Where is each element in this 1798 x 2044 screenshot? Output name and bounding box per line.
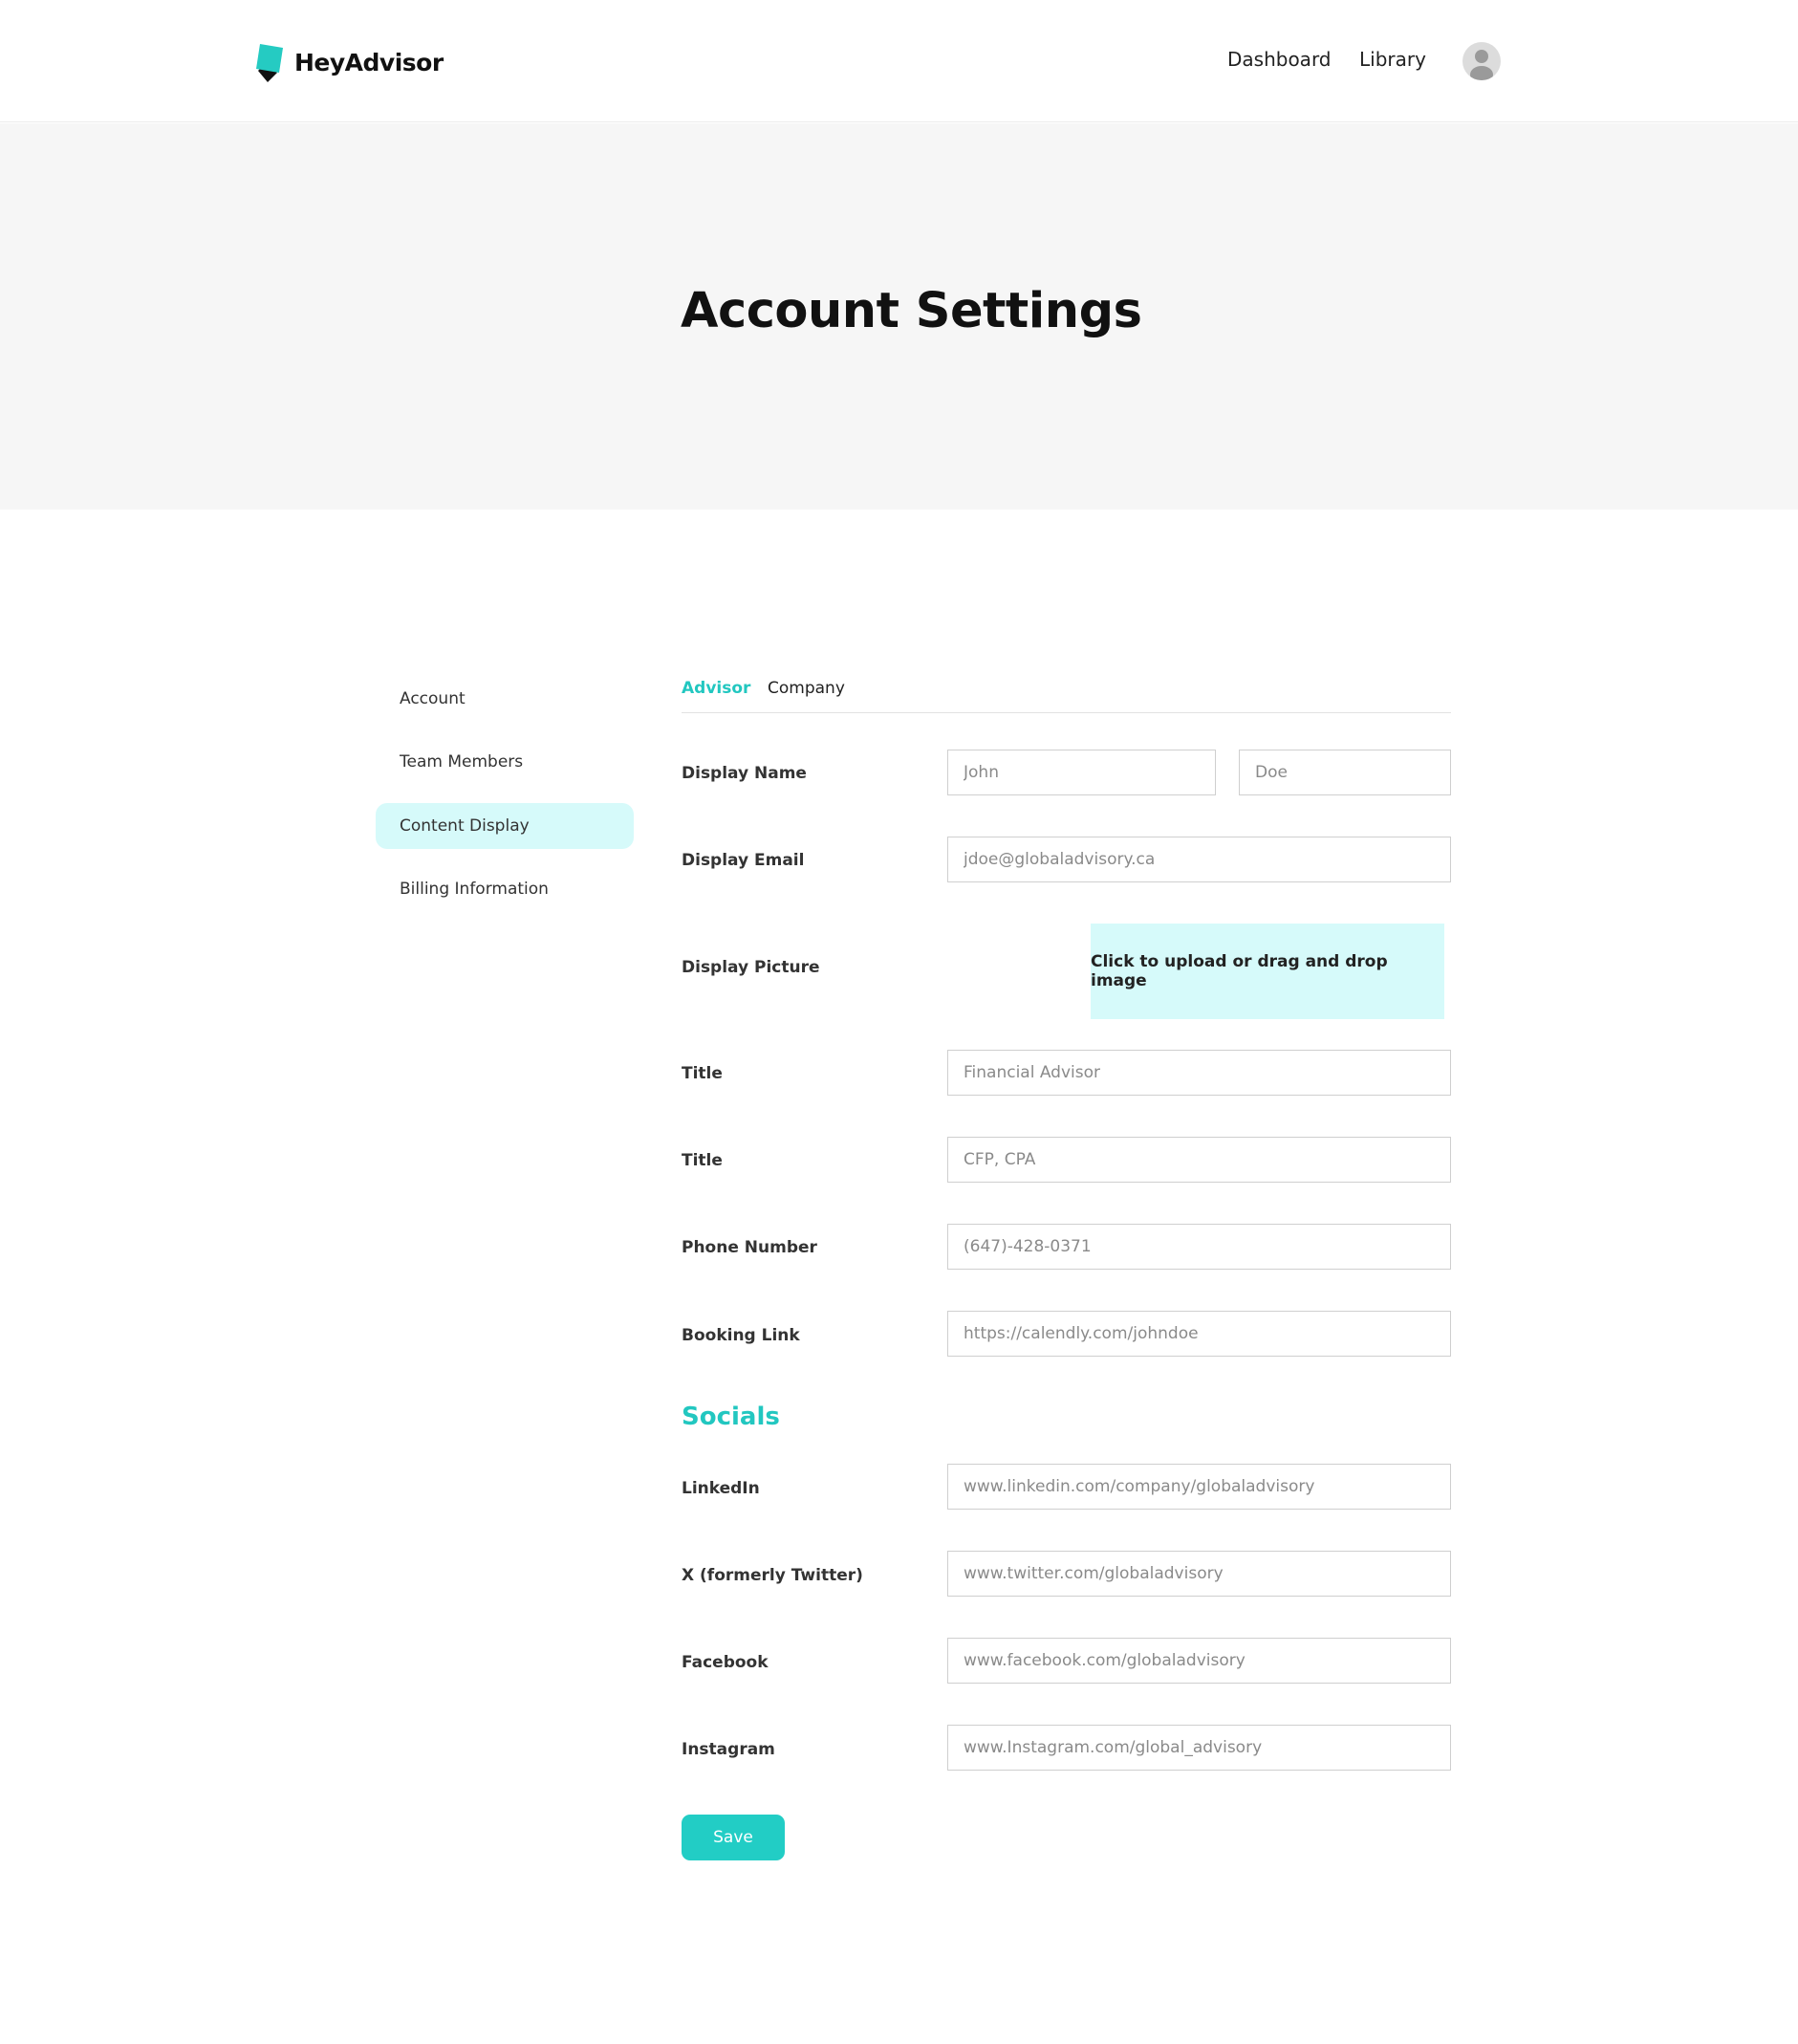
phone-number-label: Phone Number [682,1238,817,1257]
display-picture-label: Display Picture [682,958,820,977]
first-name-input[interactable] [947,750,1216,795]
socials-heading: Socials [682,1403,780,1431]
nav-library-link[interactable]: Library [1359,48,1426,71]
avatar[interactable] [1462,42,1501,80]
user-avatar-icon [1470,50,1493,80]
twitter-input[interactable] [947,1551,1451,1597]
title-label: Title [682,1064,723,1083]
facebook-input[interactable] [947,1638,1451,1684]
page-title: Account Settings [681,283,1142,339]
upload-instructions: Click to upload or drag and drop image [1091,952,1388,990]
tab-advisor[interactable]: Advisor [682,679,750,698]
facebook-label: Facebook [682,1653,769,1672]
image-upload-dropzone[interactable]: Click to upload or drag and drop image [1091,924,1444,1019]
booking-link-input[interactable] [947,1311,1451,1357]
display-email-input[interactable] [947,837,1451,882]
linkedin-label: LinkedIn [682,1479,760,1498]
linkedin-input[interactable] [947,1464,1451,1510]
designations-input[interactable] [947,1137,1451,1183]
display-email-label: Display Email [682,851,805,870]
display-name-label: Display Name [682,764,807,783]
last-name-input[interactable] [1239,750,1451,795]
logo-text: HeyAdvisor [294,48,444,76]
sidebar-item-team-members[interactable]: Team Members [376,739,634,785]
tab-company[interactable]: Company [768,679,845,698]
top-navigation-bar: HeyAdvisor Dashboard Library [0,0,1798,122]
title-input[interactable] [947,1050,1451,1096]
instagram-input[interactable] [947,1725,1451,1771]
sidebar-item-billing-information[interactable]: Billing Information [376,866,634,912]
nav-dashboard-link[interactable]: Dashboard [1227,48,1332,71]
designations-label: Title [682,1151,723,1170]
instagram-label: Instagram [682,1740,775,1759]
booking-link-label: Booking Link [682,1326,800,1345]
logo[interactable]: HeyAdvisor [254,40,444,84]
save-button[interactable]: Save [682,1815,785,1860]
settings-tabs: Advisor Company [682,675,1451,713]
twitter-label: X (formerly Twitter) [682,1566,863,1585]
sidebar-item-account[interactable]: Account [376,676,634,722]
phone-number-input[interactable] [947,1224,1451,1270]
sidebar-item-content-display[interactable]: Content Display [376,803,634,849]
heyadvisor-logo-icon [256,44,283,82]
